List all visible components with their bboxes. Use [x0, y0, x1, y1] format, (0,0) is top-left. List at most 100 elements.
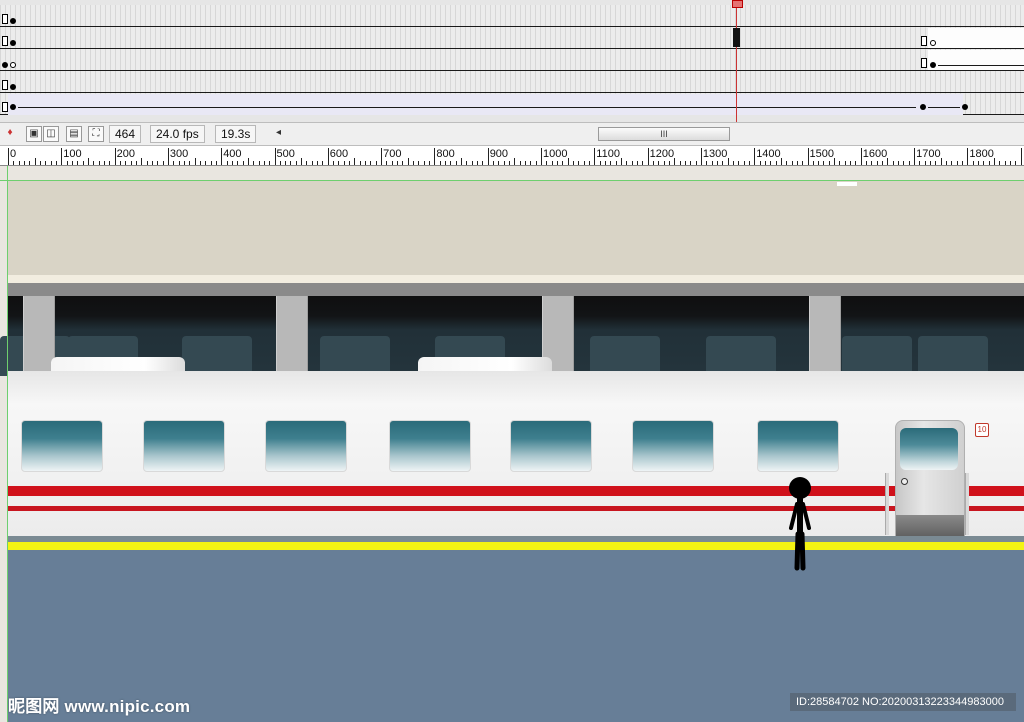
onion-skin-icon[interactable]: ▣: [26, 126, 42, 142]
playhead-line[interactable]: [736, 0, 737, 122]
station-pillar: [276, 296, 308, 371]
keyframe-dot[interactable]: [930, 62, 936, 68]
ruler-label: 1400: [756, 148, 781, 160]
ruler-minor-tick: [642, 161, 644, 165]
ruler-minor-tick: [626, 161, 628, 165]
ruler-minor-tick: [402, 161, 404, 165]
ruler-minor-tick: [231, 161, 233, 165]
horizontal-guide[interactable]: [0, 180, 1024, 181]
ruler-minor-tick: [610, 161, 612, 165]
keyframe-marker[interactable]: [2, 14, 8, 24]
ruler-minor-tick: [999, 161, 1001, 165]
background-seat: [590, 336, 660, 376]
timeline-layer-row[interactable]: [0, 49, 1024, 71]
keyframe-marker[interactable]: [2, 36, 8, 46]
ruler-minor-tick: [189, 161, 191, 165]
ruler-minor-tick: [413, 161, 415, 165]
ruler-minor-tick: [972, 161, 974, 165]
keyframe-dot[interactable]: [10, 84, 16, 90]
ruler-minor-tick: [732, 161, 734, 165]
ruler-minor-tick: [391, 161, 393, 165]
playhead-handle[interactable]: [732, 0, 743, 8]
timeline-layer-row[interactable]: [0, 27, 1024, 49]
ruler-major-tick: [61, 148, 63, 165]
tween-arrow: [928, 107, 960, 108]
ruler-minor-tick: [572, 161, 574, 165]
ruler-major-tick: [647, 148, 649, 165]
station-ceiling: [8, 181, 1024, 275]
door-handrail: [965, 473, 969, 535]
keyframe-dot[interactable]: [962, 104, 968, 110]
ruler-minor-tick: [551, 161, 553, 165]
ruler-minor-tick: [818, 161, 820, 165]
modify-onion-markers-icon[interactable]: ⛶: [88, 126, 104, 142]
ruler-minor-tick: [418, 161, 420, 165]
ruler-minor-tick: [620, 158, 622, 165]
frame-rate-field[interactable]: 24.0 fps: [150, 125, 205, 143]
timeline-panel[interactable]: [0, 0, 1024, 122]
ruler-label: 800: [436, 148, 455, 160]
ruler-minor-tick: [498, 161, 500, 165]
ruler-label: 1200: [649, 148, 675, 160]
ruler-minor-tick: [439, 161, 441, 165]
blank-keyframe[interactable]: [10, 62, 16, 68]
keyframe-dot[interactable]: [2, 62, 8, 68]
current-frame-field[interactable]: 464: [109, 125, 142, 143]
frame-span: [928, 28, 1024, 48]
ruler-minor-tick: [183, 161, 185, 165]
ruler-major-tick: [221, 148, 223, 165]
keyframe-dot[interactable]: [10, 104, 16, 110]
keyframe-dot[interactable]: [10, 40, 16, 46]
keyframe-dot[interactable]: [920, 104, 926, 110]
ruler-minor-tick: [716, 161, 718, 165]
ruler-minor-tick: [775, 161, 777, 165]
ruler-minor-tick: [354, 158, 356, 165]
stage-canvas[interactable]: 10: [0, 166, 1024, 722]
ruler-minor-tick: [450, 161, 452, 165]
tween-span: [8, 94, 963, 115]
watermark-left: 昵图网 www.nipic.com: [8, 697, 191, 716]
ruler-minor-tick: [359, 161, 361, 165]
ruler-minor-tick: [45, 161, 47, 165]
ruler-minor-tick: [29, 161, 31, 165]
center-frame-icon[interactable]: ♦: [3, 126, 17, 140]
keyframe-marker[interactable]: [921, 58, 927, 68]
ruler-minor-tick: [604, 161, 606, 165]
onion-skin-outlines-icon[interactable]: ◫: [43, 126, 59, 142]
ruler-minor-tick: [791, 161, 793, 165]
ruler-minor-tick: [530, 161, 532, 165]
ruler-minor-tick: [322, 161, 324, 165]
edit-multiple-frames-icon[interactable]: ▤: [66, 126, 82, 142]
keyframe-dot[interactable]: [10, 18, 16, 24]
ruler-label: 1600: [862, 148, 888, 160]
ruler-minor-tick: [599, 161, 601, 165]
ruler-minor-tick: [903, 161, 905, 165]
ruler-minor-tick: [951, 161, 953, 165]
ruler-label: 100: [63, 148, 82, 160]
timeline-scrollbar-thumb[interactable]: III: [598, 127, 730, 141]
timeline-layer-row[interactable]: [0, 5, 1024, 27]
keyframe-marker[interactable]: [2, 80, 8, 90]
ruler-minor-tick: [242, 161, 244, 165]
ceiling-strip: [8, 275, 1024, 283]
scroll-left-icon[interactable]: ◂: [276, 127, 281, 138]
current-frame-marker: [733, 28, 740, 47]
train-door[interactable]: [895, 420, 965, 538]
ruler-minor-tick: [871, 161, 873, 165]
keyframe-marker[interactable]: [921, 36, 927, 46]
ruler-minor-tick: [562, 161, 564, 165]
keyframe-marker[interactable]: [2, 102, 8, 112]
blank-keyframe[interactable]: [930, 40, 936, 46]
ruler-minor-tick: [636, 161, 638, 165]
ruler-minor-tick: [892, 161, 894, 165]
ruler-minor-tick: [988, 161, 990, 165]
ceiling-trim: [8, 283, 1024, 296]
timeline-layer-row[interactable]: [0, 71, 1024, 93]
frame-span: [928, 50, 1024, 70]
ruler-minor-tick: [588, 161, 590, 165]
ruler-minor-tick: [812, 161, 814, 165]
stick-figure[interactable]: [786, 476, 814, 572]
train-window: [143, 420, 225, 472]
ruler-minor-tick: [514, 158, 516, 165]
vertical-guide[interactable]: [7, 166, 8, 722]
